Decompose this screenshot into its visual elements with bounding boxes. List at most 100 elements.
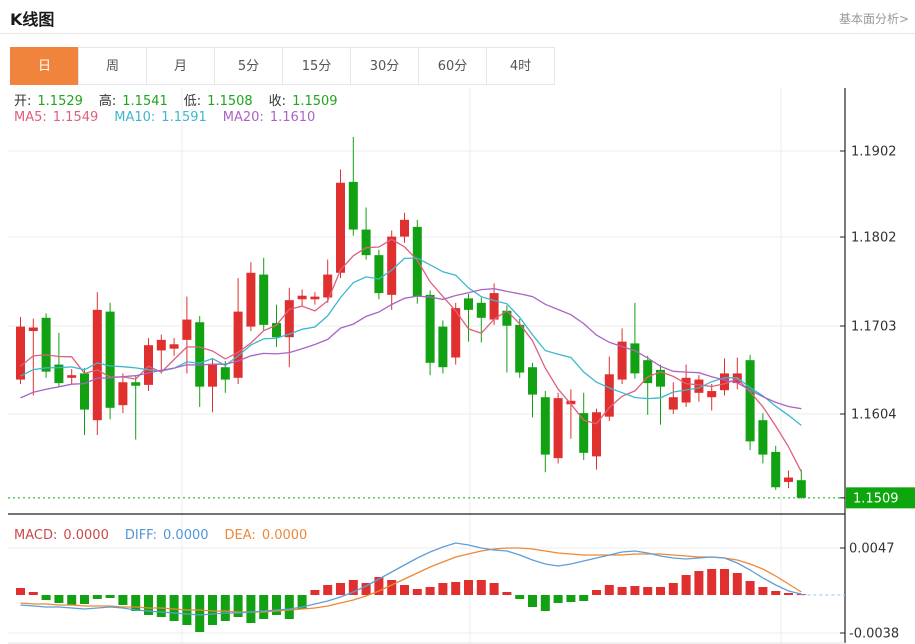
candle-body — [42, 318, 51, 372]
current-price-tag-text: 1.1509 — [853, 491, 899, 506]
period-tab-bar: 日周月5分15分30分60分4时 — [10, 47, 555, 85]
macd-bar — [746, 581, 755, 595]
candle-body — [336, 183, 345, 273]
macd-bar — [80, 595, 89, 604]
fundamental-analysis-link[interactable]: 基本面分析> — [839, 10, 909, 27]
ma5-line — [21, 239, 802, 471]
period-tab-1[interactable]: 周 — [78, 47, 147, 85]
candle-body — [707, 391, 716, 397]
candle-body — [464, 298, 473, 309]
ma-value-0: 1.1549 — [53, 110, 99, 125]
candle-body — [144, 345, 153, 385]
candle-body — [221, 367, 230, 379]
macd-bar — [643, 587, 652, 595]
macd-bar — [541, 595, 550, 611]
price-axis-label: 1.1902 — [851, 145, 897, 160]
candle-body — [182, 320, 191, 340]
macd-bar — [528, 595, 537, 607]
macd-axis-label: 0.0047 — [849, 542, 895, 557]
candle-body — [426, 295, 435, 363]
macd-bar — [592, 590, 601, 595]
candle-body — [400, 220, 409, 237]
ohlc-value-1: 1.1541 — [122, 94, 168, 109]
period-tab-2[interactable]: 月 — [146, 47, 215, 85]
macd-bar — [118, 595, 127, 605]
price-axis-label: 1.1703 — [851, 320, 897, 335]
candle-body — [106, 312, 115, 408]
candle-body — [310, 297, 319, 300]
candle-body — [16, 327, 25, 380]
candle-body — [438, 327, 447, 368]
macd-bar — [336, 583, 345, 595]
macd-axis-label: -0.0038 — [849, 627, 899, 642]
macd-bar — [438, 583, 447, 595]
macd-bar — [656, 587, 665, 595]
macd-bar — [426, 587, 435, 595]
price-axis-label: 1.1604 — [851, 408, 897, 423]
macd-bar — [451, 582, 460, 595]
candle-body — [80, 373, 89, 409]
macd-bar — [29, 592, 38, 595]
macd-bar — [733, 573, 742, 595]
page-title: K线图 — [10, 6, 54, 30]
candle-body — [387, 237, 396, 295]
macd-bar — [208, 595, 217, 625]
macd-label-2: DEA: — [225, 528, 256, 543]
candle-body — [259, 275, 268, 325]
candle-body — [170, 344, 179, 348]
macd-bar — [720, 569, 729, 595]
macd-bar — [682, 575, 691, 595]
macd-bar — [221, 595, 230, 621]
period-tab-3[interactable]: 5分 — [214, 47, 283, 85]
period-tab-6[interactable]: 60分 — [418, 47, 487, 85]
macd-bar — [131, 595, 140, 611]
macd-bar — [579, 595, 588, 601]
macd-bar — [246, 595, 255, 623]
macd-bar — [554, 595, 563, 603]
candle-body — [118, 382, 127, 405]
macd-bar — [157, 595, 166, 617]
period-tab-4[interactable]: 15分 — [282, 47, 351, 85]
macd-bar — [323, 585, 332, 595]
candle-body — [362, 230, 371, 256]
candle-body — [579, 413, 588, 453]
candle-body — [208, 365, 217, 387]
candle-body — [246, 273, 255, 327]
macd-bar — [502, 592, 511, 595]
macd-bar — [106, 595, 115, 598]
candle-body — [374, 255, 383, 293]
macd-bar — [42, 595, 51, 600]
candle-body — [477, 303, 486, 318]
kline-chart[interactable]: 1.19021.18021.17031.16040.0047-0.00381.1… — [0, 86, 915, 644]
candle-body — [515, 325, 524, 373]
period-tab-0[interactable]: 日 — [10, 47, 79, 85]
macd-bar — [669, 583, 678, 595]
candle-body — [528, 367, 537, 394]
macd-bar — [477, 580, 486, 595]
ohlc-value-0: 1.1529 — [37, 94, 83, 109]
candle-body — [771, 452, 780, 487]
ma-label-1: MA10: — [114, 110, 155, 125]
period-tab-5[interactable]: 30分 — [350, 47, 419, 85]
macd-bar — [387, 580, 396, 595]
ma-legend: MA5:1.1549MA10:1.1591MA20:1.1610 — [14, 110, 331, 125]
ohlc-value-3: 1.1509 — [292, 94, 338, 109]
candle-body — [29, 328, 38, 332]
candle-body — [131, 382, 140, 386]
macd-bar — [566, 595, 575, 602]
macd-bar — [400, 585, 409, 595]
macd-label-0: MACD: — [14, 528, 57, 543]
macd-bar — [515, 595, 524, 599]
ohlc-legend: 开:1.1529高:1.1541低:1.1508收:1.1509 — [14, 90, 354, 109]
macd-bar — [54, 595, 63, 603]
ma-value-1: 1.1591 — [161, 110, 207, 125]
candle-body — [413, 227, 422, 297]
ohlc-label-1: 高: — [99, 94, 116, 109]
macd-bar — [413, 589, 422, 595]
candle-body — [630, 343, 639, 373]
candle-body — [195, 322, 204, 386]
header-divider — [0, 33, 915, 34]
period-tab-7[interactable]: 4时 — [486, 47, 555, 85]
macd-bar — [707, 569, 716, 595]
candle-body — [157, 340, 166, 351]
